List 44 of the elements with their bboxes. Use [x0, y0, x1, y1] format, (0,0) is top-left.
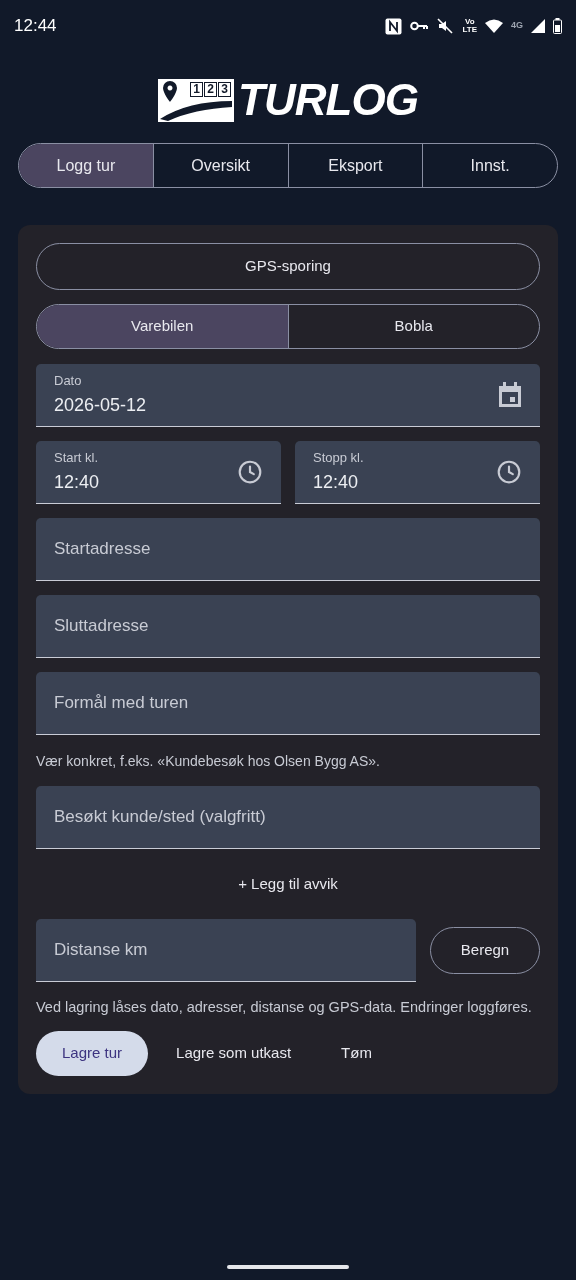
network-label: 4G — [511, 19, 523, 32]
volte-icon: Vo LTE — [462, 18, 477, 34]
text-button[interactable]: Lagre som utkast — [154, 1030, 314, 1076]
status-time: 12:44 — [14, 15, 57, 38]
customer-field[interactable]: Besøkt kunde/sted (valgfritt) — [36, 786, 540, 849]
helper-text: Vær konkret, f.eks. «Kundebesøk hos Olsen Bygg AS». — [36, 752, 381, 771]
address-field[interactable]: Startadresse — [36, 518, 540, 581]
wifi-icon — [485, 19, 503, 33]
logo-digit: 2 — [204, 81, 218, 97]
vehicle-segment[interactable]: Bobla — [287, 305, 539, 348]
field-label: Stopp kl. — [313, 448, 364, 467]
save-button[interactable]: Lagre tur — [36, 1030, 149, 1076]
nav-tab[interactable]: Eksport — [287, 144, 423, 187]
logo-digit: 3 — [218, 81, 232, 97]
nfc-icon — [385, 17, 403, 35]
vehicle-segment[interactable]: Varebilen — [37, 305, 288, 348]
field-value: 12:40 — [54, 471, 100, 495]
distance-field[interactable]: Distanse km — [36, 918, 416, 982]
purpose-field[interactable]: Formål med turen — [36, 672, 540, 735]
app-logo-wordmark: TURLOG — [238, 78, 418, 122]
field-value: 12:40 — [313, 471, 360, 495]
nav-tab[interactable]: Oversikt — [152, 144, 288, 187]
signal-icon — [531, 19, 545, 33]
clock-icon — [496, 459, 522, 485]
field-label: Start kl. — [54, 448, 100, 467]
text-button[interactable]: Tøm — [319, 1030, 394, 1076]
nav-tab[interactable]: Innst. — [422, 144, 557, 187]
date-field[interactable]: Dato 2026-05-12 — [36, 364, 540, 427]
clock-icon — [237, 459, 263, 485]
nav-tab[interactable]: Logg tur — [19, 144, 153, 187]
field-value: 2026-05-12 — [54, 394, 147, 418]
calendar-icon — [498, 382, 522, 408]
save-note: Ved lagring låses dato, adresser, distanse og GPS-data. Endringer loggføres. — [36, 997, 533, 1017]
time-field[interactable]: Start kl. 12:40 — [36, 441, 281, 504]
time-field[interactable]: Stopp kl. 12:40 — [295, 441, 540, 504]
address-field[interactable]: Sluttadresse — [36, 595, 540, 658]
field-label: Dato — [54, 371, 83, 390]
mute-icon — [436, 17, 455, 35]
battery-icon — [553, 18, 562, 34]
map-pin-icon — [163, 80, 178, 102]
key-icon — [410, 21, 429, 31]
road-icon — [160, 100, 233, 121]
add-deviation-link[interactable]: + Legg til avvik — [238, 873, 338, 896]
logo-digit: 1 — [190, 81, 204, 97]
